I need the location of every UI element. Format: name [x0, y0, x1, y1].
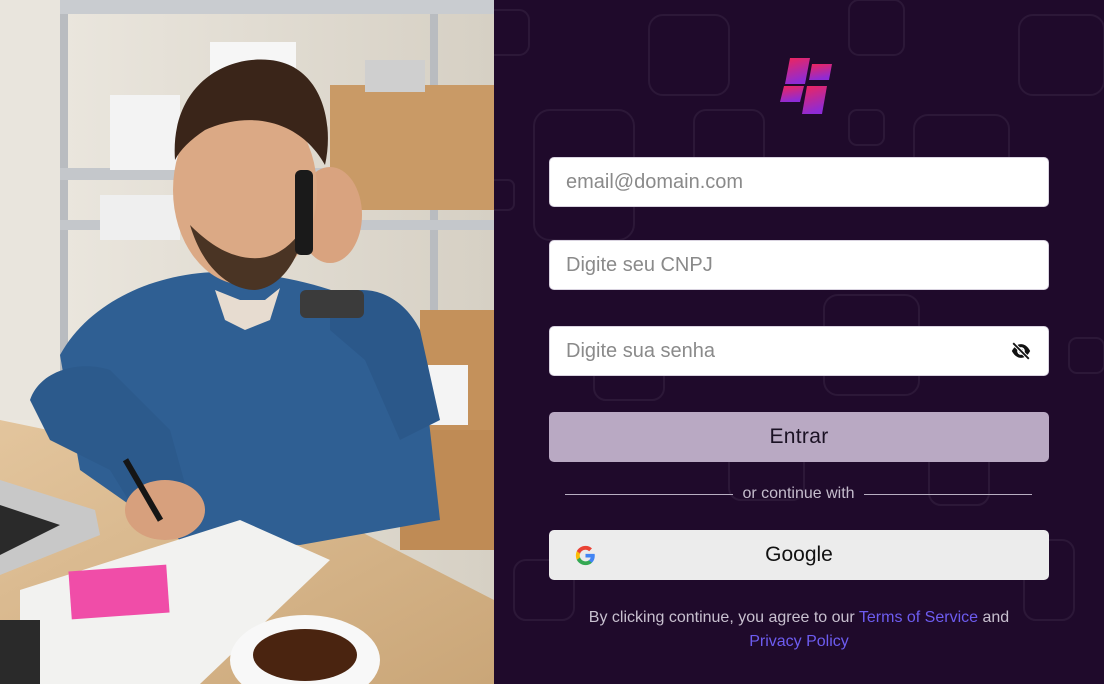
- divider-line-left: [565, 493, 734, 495]
- password-input[interactable]: [566, 339, 1002, 363]
- legal-prefix: By clicking continue, you agree to our: [588, 609, 855, 626]
- divider-text: or continue with: [742, 485, 855, 502]
- divider-line-right: [863, 493, 1032, 495]
- submit-button[interactable]: Entrar: [549, 412, 1049, 462]
- brand-logo-icon: [780, 58, 832, 114]
- password-field[interactable]: [549, 326, 1049, 376]
- legal-conjunction: and: [982, 609, 1010, 626]
- login-form: Entrar or continue with Google By clicki…: [494, 0, 1104, 684]
- google-button-label: Google: [765, 543, 833, 566]
- cnpj-field[interactable]: [549, 240, 1049, 290]
- divider: or continue with: [565, 484, 1032, 504]
- cnpj-input[interactable]: [566, 253, 1032, 277]
- terms-of-service-link[interactable]: Terms of Service: [859, 609, 978, 626]
- hero-photo: [0, 0, 494, 684]
- legal-notice: By clicking continue, you agree to our T…: [549, 606, 1049, 654]
- google-g-icon: [575, 545, 595, 566]
- privacy-policy-link[interactable]: Privacy Policy: [749, 633, 849, 650]
- email-field[interactable]: [549, 157, 1049, 207]
- email-input[interactable]: [566, 170, 1032, 194]
- google-login-button[interactable]: Google: [549, 530, 1049, 580]
- eye-off-icon[interactable]: [1010, 340, 1032, 362]
- login-panel: Entrar or continue with Google By clicki…: [494, 0, 1104, 684]
- hero-photo-illustration: [0, 0, 494, 684]
